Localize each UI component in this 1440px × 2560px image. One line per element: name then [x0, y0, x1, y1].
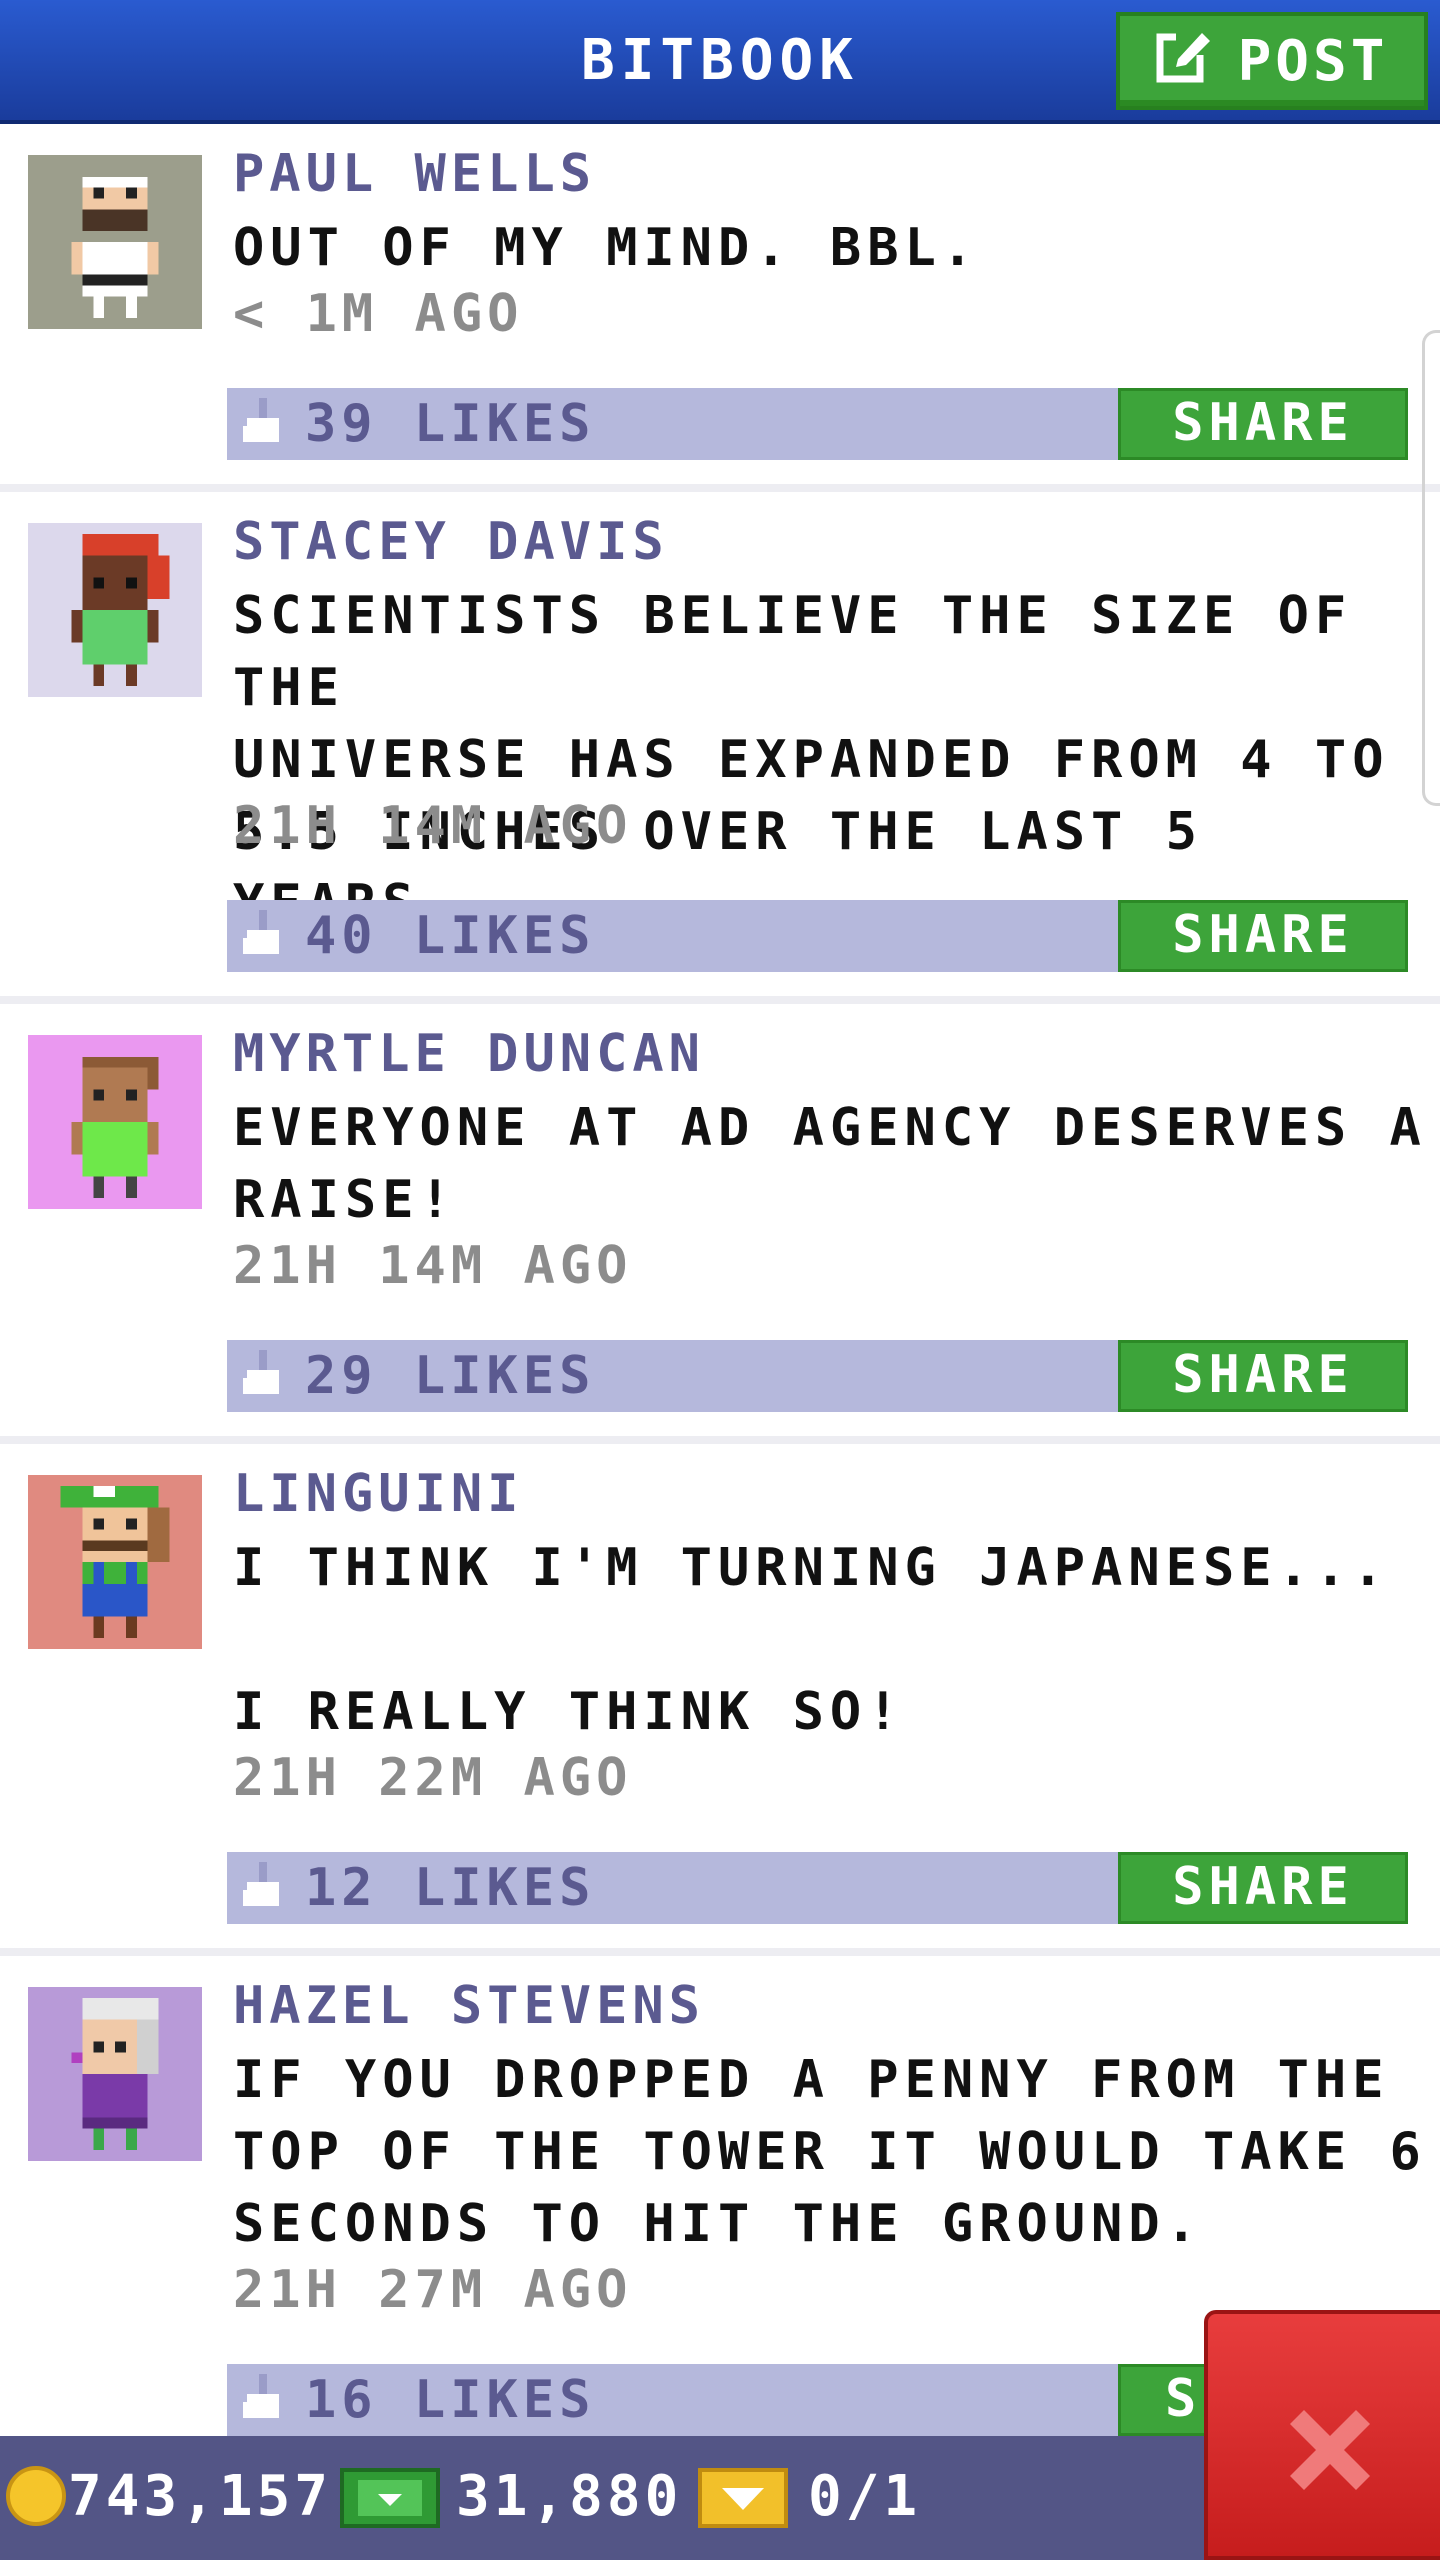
post-message: I THINK I'M TURNING JAPANESE... I REALLY… — [233, 1538, 1390, 1742]
post-timestamp: < 1M AGO — [233, 284, 524, 344]
ticket-icon — [698, 2468, 788, 2532]
thumbs-up-icon — [239, 398, 283, 454]
post-divider — [0, 484, 1440, 492]
post-divider — [0, 996, 1440, 1004]
share-button[interactable]: SHARE — [1118, 1340, 1408, 1412]
bux-icon — [340, 2466, 440, 2534]
share-button[interactable]: SHARE — [1118, 900, 1408, 972]
coin-count: 743,157 — [68, 2464, 333, 2529]
thumbs-up-icon — [239, 1862, 283, 1918]
avatar-paul-wells[interactable] — [28, 155, 202, 329]
post-button[interactable]: POST — [1116, 12, 1428, 110]
post-timestamp: 21H 22M AGO — [233, 1748, 633, 1808]
post-timestamp: 21H 27M AGO — [233, 2260, 633, 2320]
share-button[interactable]: SHARE — [1118, 1852, 1408, 1924]
avatar-myrtle-duncan[interactable] — [28, 1035, 202, 1209]
post-message: OUT OF MY MIND. BBL. — [233, 218, 980, 278]
ticket-count: 0/1 — [808, 2464, 922, 2529]
coin-icon — [6, 2464, 66, 2532]
thumbs-up-icon — [239, 2374, 283, 2430]
post-author[interactable]: LINGUINI — [233, 1464, 523, 1524]
post-author[interactable]: PAUL WELLS — [233, 144, 596, 204]
like-count: 12 LIKES — [305, 1858, 596, 1918]
post-message: EVERYONE AT AD AGENCY DESERVES A RAISE! — [233, 1098, 1427, 1230]
thumbs-up-icon — [239, 910, 283, 966]
post-message: SCIENTISTS BELIEVE THE SIZE OF THE UNIVE… — [233, 586, 1390, 934]
post-author[interactable]: MYRTLE DUNCAN — [233, 1024, 705, 1084]
scrollbar[interactable] — [1422, 330, 1440, 806]
post-timestamp: 21H 14M AGO — [233, 1236, 633, 1296]
share-button[interactable]: SHARE — [1118, 388, 1408, 460]
avatar-stacey-davis[interactable] — [28, 523, 202, 697]
post-timestamp: 21H 14M AGO — [233, 796, 633, 856]
like-count: 16 LIKES — [305, 2370, 596, 2430]
like-count: 40 LIKES — [305, 906, 596, 966]
app-header: BITBOOK POST — [0, 0, 1440, 124]
post-button-label: POST — [1237, 28, 1389, 94]
post-author[interactable]: HAZEL STEVENS — [233, 1976, 705, 2036]
post-message: IF YOU DROPPED A PENNY FROM THE TOP OF T… — [233, 2050, 1427, 2254]
post-divider — [0, 1436, 1440, 1444]
post-divider — [0, 1948, 1440, 1956]
avatar-linguini[interactable] — [28, 1475, 202, 1649]
post-author[interactable]: STACEY DAVIS — [233, 512, 669, 572]
like-count: 29 LIKES — [305, 1346, 596, 1406]
close-icon — [1290, 2410, 1370, 2490]
close-button[interactable] — [1204, 2310, 1440, 2560]
avatar-hazel-stevens[interactable] — [28, 1987, 202, 2161]
bux-count: 31,880 — [456, 2464, 683, 2529]
thumbs-up-icon — [239, 1350, 283, 1406]
like-count: 39 LIKES — [305, 394, 596, 454]
compose-icon — [1156, 25, 1214, 97]
